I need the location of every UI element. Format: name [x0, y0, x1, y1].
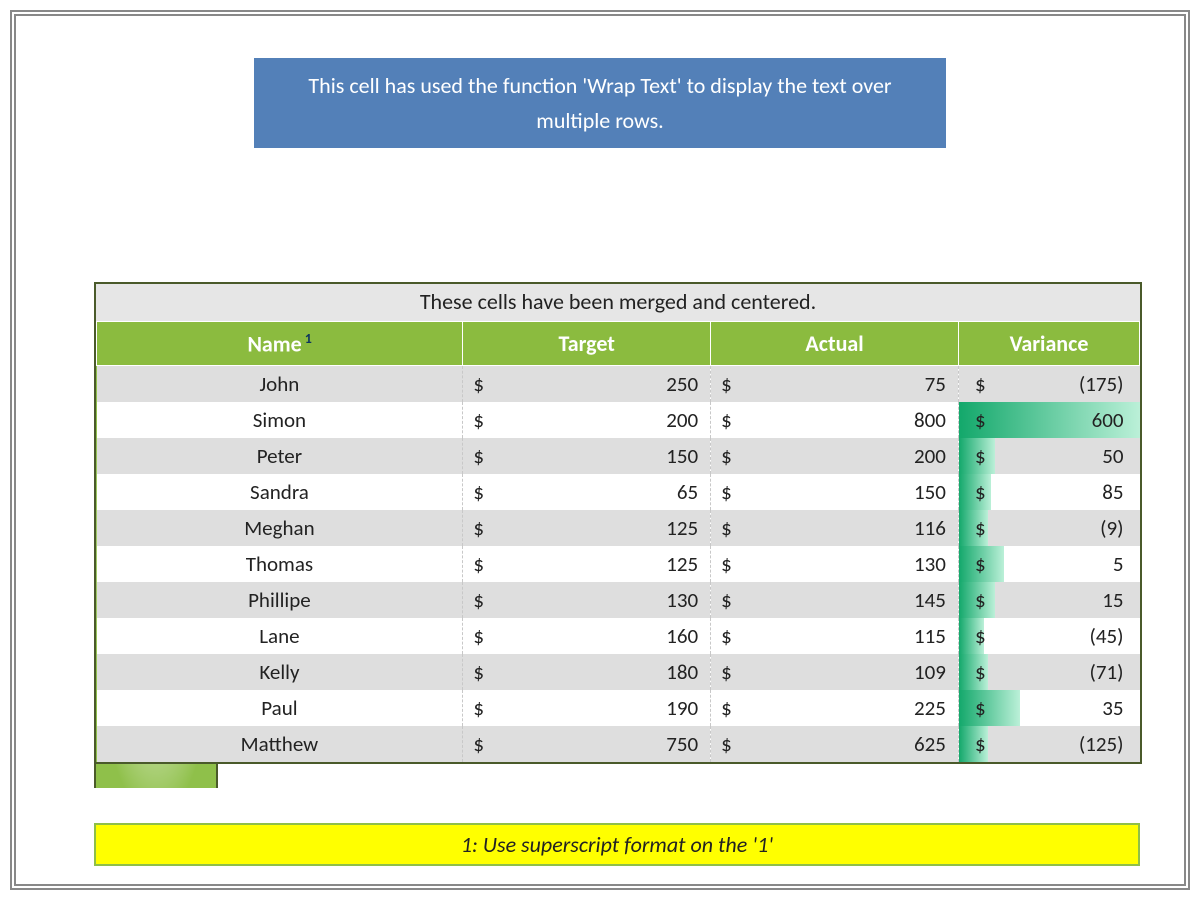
footnote-bar: 1: Use superscript format on the '1': [94, 823, 1140, 866]
cell-target: $180: [463, 654, 711, 690]
cell-variance: $15: [958, 582, 1139, 618]
cell-actual: $200: [711, 438, 959, 474]
cell-actual: $225: [711, 690, 959, 726]
cell-variance: $600: [958, 402, 1139, 438]
data-table: Name1 Target Actual Variance John$250$75…: [96, 321, 1140, 762]
cell-actual: $115: [711, 618, 959, 654]
cell-name: Thomas: [97, 546, 463, 582]
cell-variance: $(71): [958, 654, 1139, 690]
table-row: Peter$150$200$50: [97, 438, 1140, 474]
table-row: Lane$160$115$(45): [97, 618, 1140, 654]
cell-actual: $130: [711, 546, 959, 582]
cell-target: $65: [463, 474, 711, 510]
table-row: Thomas$125$130$5: [97, 546, 1140, 582]
cell-actual: $150: [711, 474, 959, 510]
cell-name: John: [97, 366, 463, 403]
table-row: Kelly$180$109$(71): [97, 654, 1140, 690]
cell-name: Peter: [97, 438, 463, 474]
spreadsheet-block: These cells have been merged and centere…: [94, 282, 1142, 764]
cell-target: $250: [463, 366, 711, 403]
cell-name: Kelly: [97, 654, 463, 690]
table-row: Phillipe$130$145$15: [97, 582, 1140, 618]
cell-actual: $75: [711, 366, 959, 403]
cell-name: Lane: [97, 618, 463, 654]
col-target: Target: [463, 322, 711, 366]
cell-actual: $109: [711, 654, 959, 690]
cell-variance: $(175): [958, 366, 1139, 403]
cell-target: $750: [463, 726, 711, 762]
cell-variance: $(9): [958, 510, 1139, 546]
cell-name: Paul: [97, 690, 463, 726]
cell-target: $200: [463, 402, 711, 438]
cell-name: Meghan: [97, 510, 463, 546]
cell-name: Phillipe: [97, 582, 463, 618]
table-row: Sandra$65$150$85: [97, 474, 1140, 510]
table-row: Matthew$750$625$(125): [97, 726, 1140, 762]
cell-name: Simon: [97, 402, 463, 438]
merged-centered-bar: These cells have been merged and centere…: [96, 284, 1140, 321]
cell-name: Sandra: [97, 474, 463, 510]
cell-actual: $145: [711, 582, 959, 618]
col-variance: Variance: [958, 322, 1139, 366]
cell-variance: $(125): [958, 726, 1139, 762]
cell-variance: $50: [958, 438, 1139, 474]
cell-variance: $5: [958, 546, 1139, 582]
cell-target: $150: [463, 438, 711, 474]
cell-actual: $116: [711, 510, 959, 546]
page-frame: This cell has used the function 'Wrap Te…: [10, 10, 1190, 890]
cell-variance: $35: [958, 690, 1139, 726]
table-row: Paul$190$225$35: [97, 690, 1140, 726]
cell-target: $160: [463, 618, 711, 654]
table-row: John$250$75$(175): [97, 366, 1140, 403]
superscript-one: 1: [302, 330, 312, 347]
cell-name: Matthew: [97, 726, 463, 762]
cell-variance: $(45): [958, 618, 1139, 654]
cell-actual: $625: [711, 726, 959, 762]
table-row: Meghan$125$116$(9): [97, 510, 1140, 546]
cell-target: $190: [463, 690, 711, 726]
wrap-text-callout: This cell has used the function 'Wrap Te…: [254, 58, 946, 148]
header-row: Name1 Target Actual Variance: [97, 322, 1140, 366]
cell-target: $130: [463, 582, 711, 618]
cell-target: $125: [463, 546, 711, 582]
col-name: Name1: [97, 322, 463, 366]
col-actual: Actual: [711, 322, 959, 366]
cell-target: $125: [463, 510, 711, 546]
cell-actual: $800: [711, 402, 959, 438]
table-row: Simon$200$800$600: [97, 402, 1140, 438]
cell-variance: $85: [958, 474, 1139, 510]
